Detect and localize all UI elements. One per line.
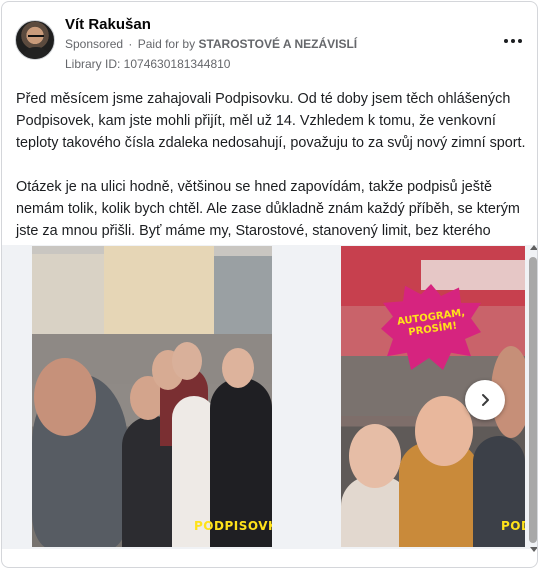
post-text: Před měsícem jsme zahajovali Podpisovku.… xyxy=(16,88,528,264)
paid-by-name[interactable]: STAROSTOVÉ A NEZÁVISLÍ xyxy=(198,37,357,51)
avatar-glasses xyxy=(28,35,44,39)
group-selfie-photo xyxy=(32,246,272,547)
photo-building-left xyxy=(32,254,104,334)
author-avatar[interactable] xyxy=(15,20,55,60)
library-id: Library ID: 1074630181344810 xyxy=(65,57,231,71)
photo-face xyxy=(222,348,254,388)
scroll-down-arrow-icon[interactable] xyxy=(530,547,537,552)
ad-post-card: Vít Rakušan Sponsored · Paid for by STAR… xyxy=(1,1,538,568)
photo-face xyxy=(172,342,202,380)
podpisovka-logo: PODPISOVKA xyxy=(501,519,525,533)
photo-face xyxy=(34,358,96,436)
chevron-right-icon xyxy=(482,394,489,406)
post-header: Vít Rakušan Sponsored · Paid for by STAR… xyxy=(15,10,525,71)
sponsor-line: Sponsored · Paid for by STAROSTOVÉ A NEZ… xyxy=(65,37,357,51)
post-paragraph-1: Před měsícem jsme zahajovali Podpisovku.… xyxy=(16,91,526,151)
avatar-shirt xyxy=(21,47,51,59)
author-name[interactable]: Vít Rakušan xyxy=(65,16,151,33)
vertical-scrollbar[interactable] xyxy=(527,245,537,565)
carousel-next-button[interactable] xyxy=(465,380,505,420)
photo-face xyxy=(415,396,473,466)
paid-for-label: Paid for by xyxy=(137,37,196,51)
scroll-thumb[interactable] xyxy=(529,257,537,543)
photo-building-right xyxy=(214,256,272,336)
separator-dot: · xyxy=(125,37,136,51)
photo-building-center xyxy=(104,246,214,336)
photo-building-windows xyxy=(421,260,525,290)
photo-face xyxy=(349,424,401,488)
podpisovka-logo: PODPISOVKA xyxy=(194,519,272,533)
more-horizontal-icon[interactable] xyxy=(501,34,525,48)
carousel-card-1[interactable]: PODPISOVKA xyxy=(32,246,272,547)
media-carousel[interactable]: PODPISOVKA AUTOGRAM, PROSÍM! PODPISOVKA xyxy=(2,245,537,549)
sponsored-label: Sponsored xyxy=(65,37,124,51)
scroll-up-arrow-icon[interactable] xyxy=(530,245,537,250)
